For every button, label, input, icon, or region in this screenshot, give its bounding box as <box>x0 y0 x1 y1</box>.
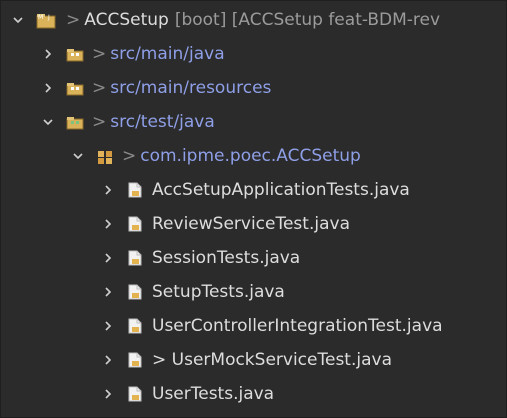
package-label: com.ipme.poec.ACCSetup <box>140 146 361 166</box>
project-folder-icon: M J <box>35 11 59 29</box>
tree-item-file[interactable]: UserTests.java <box>1 377 506 411</box>
project-decoration: [boot] [ACCSetup feat-BDM-rev <box>174 10 441 30</box>
java-file-icon <box>125 385 145 403</box>
file-label: > UserMockServiceTest.java <box>152 350 392 370</box>
tree-item-file[interactable]: SetupTests.java <box>1 275 506 309</box>
project-name: ACCSetup <box>84 10 169 30</box>
java-file-icon <box>125 283 145 301</box>
source-folder-icon <box>65 45 85 63</box>
chevron-down-icon[interactable] <box>41 115 55 129</box>
tree-item-src-main-java[interactable]: > src/main/java <box>1 37 506 71</box>
chevron-right-icon[interactable] <box>101 319 115 333</box>
java-file-icon <box>125 181 145 199</box>
tree-item-file[interactable]: > UserMockServiceTest.java <box>1 343 506 377</box>
tree-item-src-test-java[interactable]: > src/test/java <box>1 105 506 139</box>
dirty-prefix: > <box>92 44 107 64</box>
chevron-right-icon[interactable] <box>101 217 115 231</box>
java-file-icon <box>125 351 145 369</box>
java-file-icon <box>125 215 145 233</box>
chevron-right-icon[interactable] <box>101 251 115 265</box>
file-label: ReviewServiceTest.java <box>152 214 350 234</box>
file-label: UserTests.java <box>152 384 275 404</box>
folder-label: src/main/resources <box>110 78 272 98</box>
chevron-right-icon[interactable] <box>101 285 115 299</box>
chevron-right-icon[interactable] <box>101 387 115 401</box>
svg-text:M: M <box>38 14 43 21</box>
source-folder-icon <box>65 79 85 97</box>
tree-item-file[interactable]: ReviewServiceTest.java <box>1 207 506 241</box>
file-label: AccSetupApplicationTests.java <box>152 180 410 200</box>
folder-label: src/main/java <box>110 44 225 64</box>
tree-item-src-main-resources[interactable]: > src/main/resources <box>1 71 506 105</box>
tree-item-project[interactable]: M J > ACCSetup [boot] [ACCSetup feat-BDM… <box>1 3 506 37</box>
test-source-folder-icon <box>65 113 85 131</box>
dirty-prefix: > <box>92 112 107 132</box>
tree-item-file[interactable]: UserControllerIntegrationTest.java <box>1 309 506 343</box>
chevron-down-icon[interactable] <box>71 149 85 163</box>
file-label: UserControllerIntegrationTest.java <box>152 316 443 336</box>
package-icon <box>95 147 115 165</box>
dirty-prefix: > <box>92 78 107 98</box>
tree-item-file[interactable]: SessionTests.java <box>1 241 506 275</box>
project-explorer-tree: M J > ACCSetup [boot] [ACCSetup feat-BDM… <box>0 0 507 418</box>
file-label: SessionTests.java <box>152 248 301 268</box>
java-file-icon <box>125 249 145 267</box>
chevron-right-icon[interactable] <box>101 183 115 197</box>
tree-item-package[interactable]: > com.ipme.poec.ACCSetup <box>1 139 506 173</box>
dirty-prefix: > <box>122 146 137 166</box>
folder-label: src/test/java <box>110 112 215 132</box>
svg-text:J: J <box>47 14 50 21</box>
chevron-right-icon[interactable] <box>41 47 55 61</box>
tree-item-file[interactable]: AccSetupApplicationTests.java <box>1 173 506 207</box>
java-file-icon <box>125 317 145 335</box>
dirty-prefix: > <box>66 10 81 30</box>
chevron-down-icon[interactable] <box>11 13 25 27</box>
file-label: SetupTests.java <box>152 282 285 302</box>
chevron-right-icon[interactable] <box>41 81 55 95</box>
chevron-right-icon[interactable] <box>101 353 115 367</box>
